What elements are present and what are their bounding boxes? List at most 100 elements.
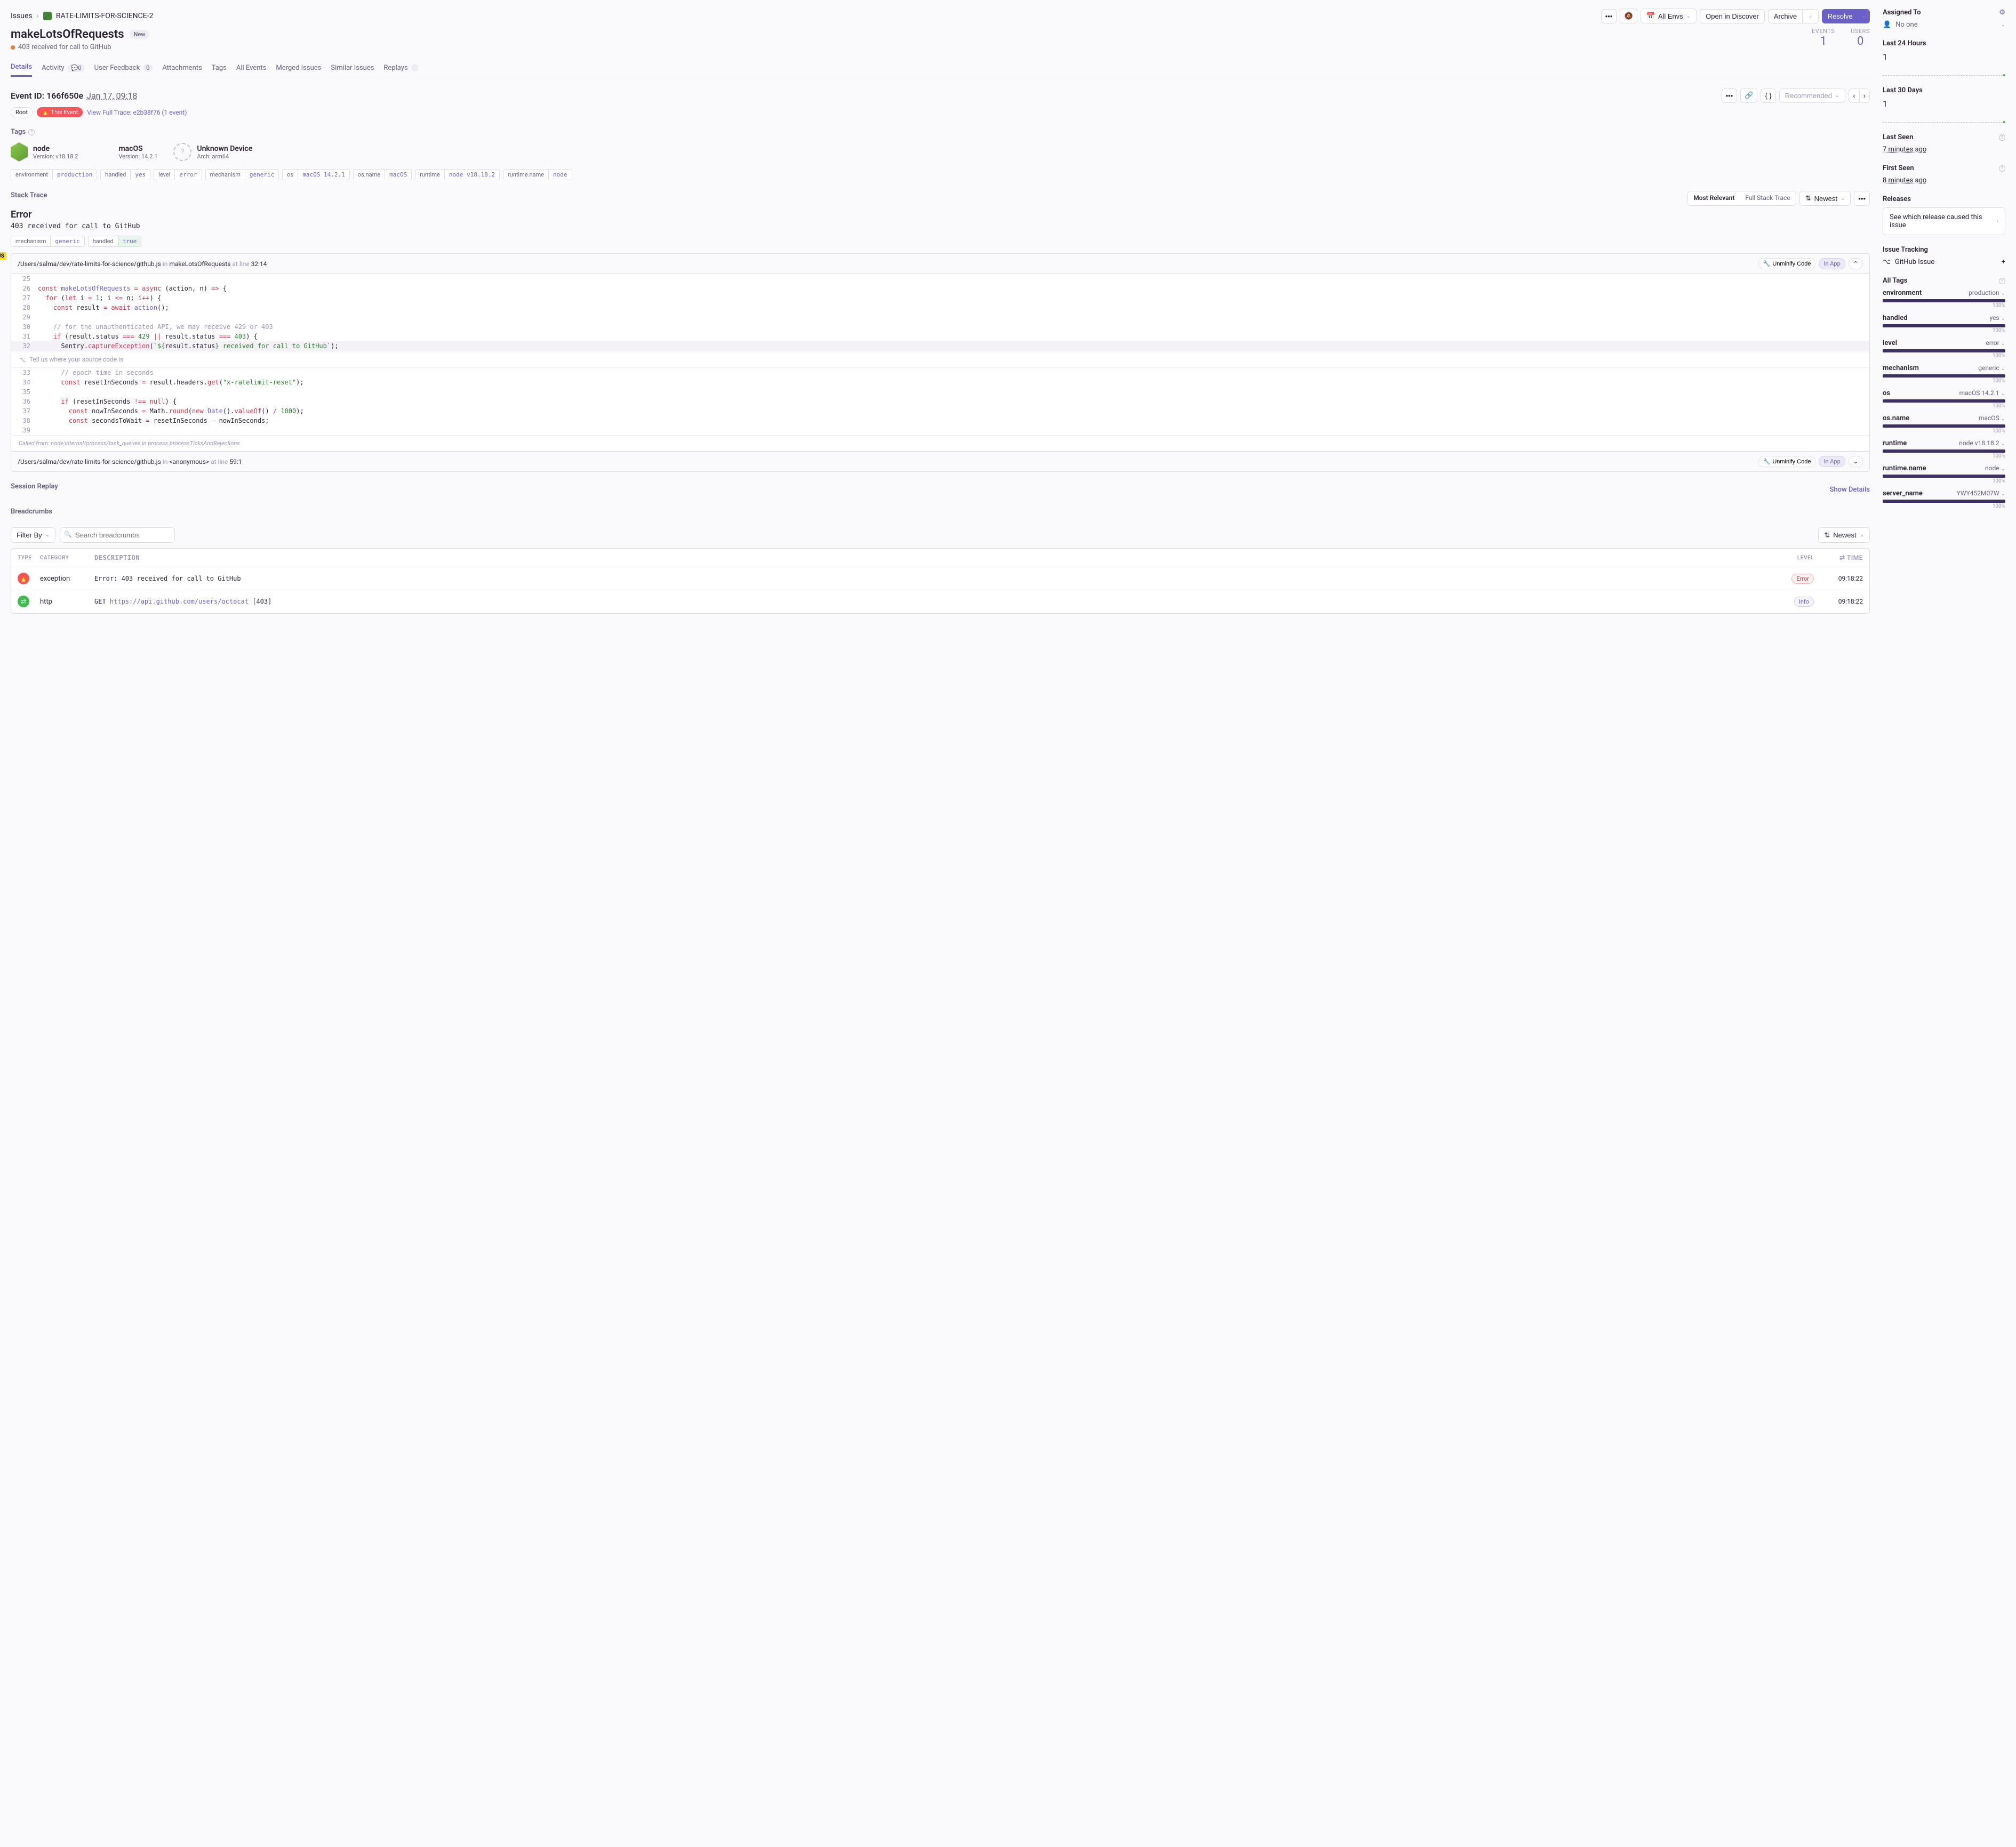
error-title: Error <box>11 209 1870 220</box>
gear-icon[interactable]: ⚙ <box>1999 9 2005 17</box>
tag-pill[interactable]: os.namemacOS <box>353 169 412 180</box>
help-icon[interactable]: ? <box>1999 278 2005 284</box>
unminify-button-2[interactable]: 🔧 Unminify Code <box>1758 456 1816 467</box>
collapse-frame-button[interactable]: ⌃ <box>1849 258 1863 269</box>
event-date[interactable]: Jan 17, 09:18 <box>86 91 137 101</box>
env-selector[interactable]: 📅 All Envs ⌄ <box>1641 9 1697 23</box>
tab-merged[interactable]: Merged Issues <box>276 59 321 77</box>
device-info: ? Unknown DeviceArch: arm64 <box>173 142 252 162</box>
show-details-link[interactable]: Show Details <box>1830 486 1870 494</box>
prev-event-button[interactable]: ‹ <box>1849 89 1859 103</box>
resolve-button[interactable]: Resolve <box>1822 9 1859 23</box>
source-code: 25 26const makeLotsOfRequests = async (a… <box>11 274 1869 351</box>
all-tag-item[interactable]: handledyes ⌄100% <box>1883 314 2005 334</box>
help-icon[interactable]: ? <box>1999 165 2005 172</box>
breadcrumb-search-input[interactable] <box>60 527 175 543</box>
breadcrumb-row-http[interactable]: ⇄ http GET https://api.github.com/users/… <box>11 590 1869 613</box>
breadcrumb-row-exception[interactable]: 🔥 exception Error: 403 received for call… <box>11 567 1869 590</box>
project-icon <box>43 12 52 20</box>
unminify-button[interactable]: 🔧 Unminify Code <box>1758 258 1816 269</box>
tab-all-events[interactable]: All Events <box>236 59 267 77</box>
all-tag-item[interactable]: mechanismgeneric ⌄100% <box>1883 364 2005 384</box>
tag-pill[interactable]: osmacOS 14.2.1 <box>282 169 349 180</box>
node-icon <box>11 142 28 162</box>
more-button[interactable]: ••• <box>1601 9 1617 23</box>
st-more-button[interactable]: ••• <box>1854 191 1870 206</box>
tag-pill[interactable]: handledyes <box>100 169 150 180</box>
release-link[interactable]: See which release caused this issue› <box>1883 207 2005 235</box>
json-button[interactable]: { } <box>1761 89 1775 103</box>
expand-frame-button[interactable]: ⌄ <box>1849 456 1863 467</box>
assigned-to-title: Assigned To <box>1883 9 1921 17</box>
github-icon: ⌥ <box>1883 258 1891 266</box>
all-tag-item[interactable]: runtimenode v18.18.2 ⌄100% <box>1883 439 2005 459</box>
last-30-value: 1 <box>1883 99 2005 109</box>
tag-pill[interactable]: runtime.namenode <box>503 169 572 180</box>
bell-off-button[interactable]: 🔕 <box>1620 9 1637 23</box>
all-tag-item[interactable]: environmentproduction ⌄100% <box>1883 289 2005 309</box>
frame-path: /Users/salma/dev/rate-limits-for-science… <box>18 260 267 268</box>
users-stat[interactable]: USERS0 <box>1851 28 1870 48</box>
tab-similar[interactable]: Similar Issues <box>331 59 374 77</box>
tag-pill[interactable]: mechanismgeneric <box>11 236 85 247</box>
sparkline-24h <box>1883 65 2005 76</box>
sort-newest-button[interactable]: ⇅ Newest ⌄ <box>1799 191 1851 206</box>
last-24-value: 1 <box>1883 52 2005 62</box>
all-tag-item[interactable]: levelerror ⌄100% <box>1883 339 2005 359</box>
events-stat[interactable]: EVENTS1 <box>1812 28 1835 48</box>
help-icon[interactable]: ? <box>28 129 35 135</box>
all-tag-item[interactable]: osmacOS 14.2.1 ⌄100% <box>1883 389 2005 409</box>
first-seen-title: First Seen <box>1883 164 1914 172</box>
filter-by-button[interactable]: Filter By ⌄ <box>11 527 55 543</box>
tab-activity[interactable]: Activity💬0 <box>42 59 84 77</box>
recommended-selector[interactable]: Recommended ⌄ <box>1779 89 1846 103</box>
tag-pill[interactable]: mechanismgeneric <box>205 169 279 180</box>
link-button[interactable]: 🔗 <box>1740 88 1757 103</box>
breadcrumb-issues[interactable]: Issues <box>11 12 33 20</box>
archive-dropdown[interactable]: ⌄ <box>1803 9 1818 23</box>
root-pill[interactable]: Root <box>11 107 33 117</box>
archive-button[interactable]: Archive <box>1768 9 1803 23</box>
all-tag-item[interactable]: runtime.namenode ⌄100% <box>1883 464 2005 484</box>
inapp-badge: In App <box>1819 258 1845 269</box>
help-icon[interactable]: ? <box>1999 134 2005 141</box>
runtime-info: nodeVersion: v18.18.2 <box>11 142 78 162</box>
last-30-title: Last 30 Days <box>1883 86 2005 94</box>
flame-icon: 🔥 <box>18 573 29 584</box>
breadcrumb-url-link[interactable]: https://api.github.com/users/octocat <box>110 598 249 605</box>
tags-section-title: Tags <box>11 128 26 136</box>
tab-replays[interactable]: Replays <box>383 59 418 77</box>
last-seen-value[interactable]: 7 minutes ago <box>1883 146 2005 154</box>
apple-icon <box>94 142 113 162</box>
first-seen-value[interactable]: 8 minutes ago <box>1883 176 2005 184</box>
github-issue-link[interactable]: ⌥GitHub Issue+ <box>1883 258 2005 266</box>
next-event-button[interactable]: › <box>1860 89 1870 103</box>
plus-icon[interactable]: + <box>2002 258 2005 266</box>
view-trace-link[interactable]: View Full Trace: e2b38f76 (1 event) <box>87 109 187 116</box>
tag-pill[interactable]: handledtrue <box>88 236 142 247</box>
tag-pill[interactable]: levelerror <box>154 169 202 180</box>
replay-title: Session Replay <box>11 483 58 491</box>
source-hint[interactable]: ⌥Tell us where your source code is <box>11 351 1869 368</box>
this-event-pill[interactable]: 🔥This Event <box>37 107 83 117</box>
unknown-device-icon: ? <box>173 143 191 161</box>
tag-pill[interactable]: runtimenode v18.18.2 <box>415 169 500 180</box>
tab-attachments[interactable]: Attachments <box>162 59 202 77</box>
all-tag-item[interactable]: os.namemacOS ⌄100% <box>1883 414 2005 434</box>
assignee-selector[interactable]: 👤No one⌄ <box>1883 21 2005 29</box>
tab-feedback[interactable]: User Feedback0 <box>94 59 153 77</box>
bc-sort-button[interactable]: ⇅ Newest ⌄ <box>1818 527 1870 543</box>
breadcrumbs-title: Breadcrumbs <box>11 508 52 516</box>
event-more-button[interactable]: ••• <box>1722 89 1738 103</box>
inapp-badge-2: In App <box>1819 456 1845 467</box>
tag-pill[interactable]: environmentproduction <box>11 169 97 180</box>
breadcrumb-project[interactable]: RATE-LIMITS-FOR-SCIENCE-2 <box>56 12 154 20</box>
open-discover-button[interactable]: Open in Discover <box>1700 9 1765 23</box>
last-24-title: Last 24 Hours <box>1883 39 2005 47</box>
all-tag-item[interactable]: server_nameYWY452M07W ⌄100% <box>1883 489 2005 509</box>
tab-details[interactable]: Details <box>11 59 32 77</box>
relevance-toggle[interactable]: Most Relevant Full Stack Trace <box>1687 191 1796 206</box>
col-category: CATEGORY <box>40 555 88 561</box>
tab-tags[interactable]: Tags <box>212 59 227 77</box>
resolve-dropdown[interactable]: ⌄ <box>1859 9 1870 23</box>
